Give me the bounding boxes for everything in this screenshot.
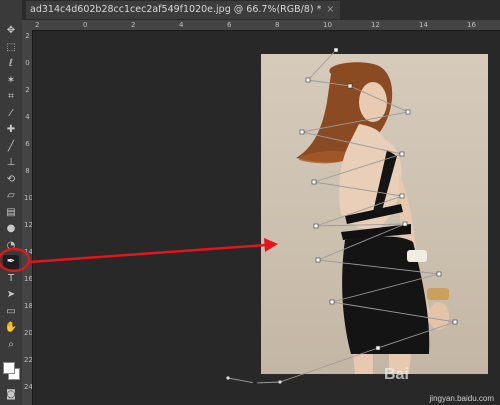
- pen-path: [227, 49, 456, 384]
- annotation-arrow: [0, 238, 278, 273]
- watermark-brand: Bai: [384, 366, 409, 383]
- watermark-url: jingyan.baidu.com: [429, 394, 494, 403]
- pen-anchor-points: [252, 47, 458, 386]
- pen-path-overlay: [0, 47, 458, 386]
